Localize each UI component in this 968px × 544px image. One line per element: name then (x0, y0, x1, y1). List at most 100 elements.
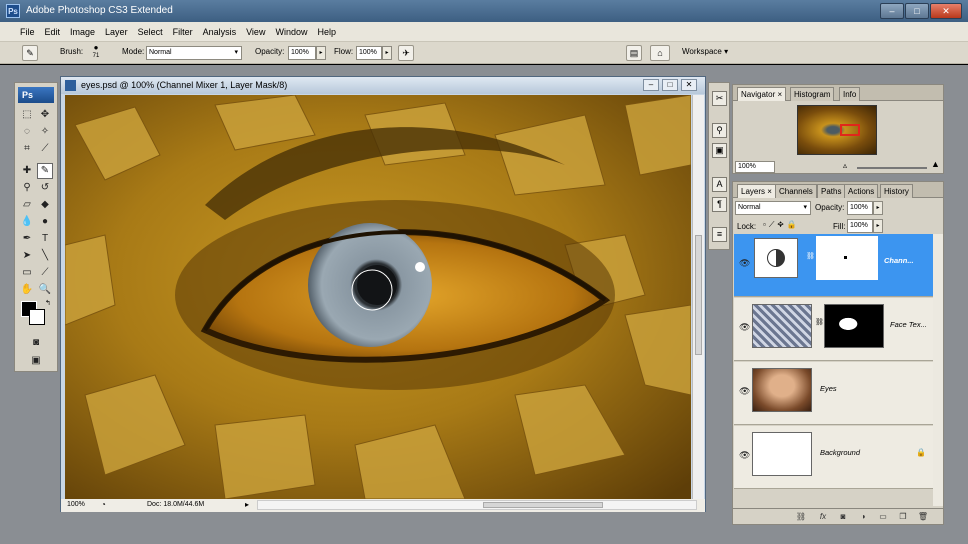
new-group-icon[interactable]: ▭ (877, 511, 889, 523)
opacity-arrow[interactable]: ▸ (316, 46, 326, 60)
add-mask-icon[interactable]: ◙ (837, 511, 849, 523)
airbrush-icon[interactable]: ✈ (398, 45, 414, 61)
tab-actions[interactable]: Actions (844, 184, 879, 198)
hand-tool-icon[interactable]: ✋ (19, 282, 35, 298)
screen-mode-icon[interactable]: ▣ (28, 353, 44, 369)
hscroll-thumb[interactable] (483, 502, 603, 508)
clone-stamp-tool-icon[interactable]: ⚲ (19, 180, 35, 196)
lock-icons[interactable]: ▫⟋✥🔒 (763, 220, 800, 230)
visibility-eye-icon[interactable]: 👁 (739, 450, 750, 461)
doc-minimize-button[interactable]: – (643, 79, 659, 91)
brush-tool-icon[interactable]: ✎ (37, 163, 53, 179)
navigator-thumbnail[interactable] (797, 105, 877, 155)
shape-tool-icon[interactable]: ╲ (37, 248, 53, 264)
layer-row-face-texture[interactable]: 👁 ⛓ Face Tex... (734, 298, 933, 361)
tab-channels[interactable]: Channels (775, 184, 817, 198)
visibility-eye-icon[interactable]: 👁 (739, 322, 750, 333)
layer-row-channel-mixer[interactable]: 👁 ⛓ Chann... (734, 234, 933, 297)
new-layer-icon[interactable]: ❐ (897, 511, 909, 523)
move-tool-icon[interactable]: ✥ (37, 107, 53, 123)
eyedropper-tool-icon[interactable]: ⟋ (37, 265, 53, 281)
history-brush-tool-icon[interactable]: ↺ (37, 180, 53, 196)
scroll-thumb[interactable] (695, 235, 702, 355)
brush-presets-icon[interactable]: ▣ (712, 143, 727, 158)
delete-layer-icon[interactable]: 🗑 (917, 511, 929, 523)
vertical-scrollbar[interactable] (692, 95, 704, 499)
link-icon[interactable]: ⛓ (815, 318, 824, 326)
healing-tool-icon[interactable]: ✚ (19, 163, 35, 179)
layer-name[interactable]: Chann... (884, 256, 914, 265)
layer-name[interactable]: Eyes (820, 384, 837, 393)
close-button[interactable]: ✕ (930, 3, 962, 19)
slice-tool-icon[interactable]: ⟋ (37, 141, 53, 157)
minimize-button[interactable]: – (880, 3, 904, 19)
blur-tool-icon[interactable]: 💧 (19, 214, 35, 230)
crop-tool-icon[interactable]: ⌗ (19, 141, 35, 157)
tools-palette-icon[interactable]: ✂ (712, 91, 727, 106)
fill-arrow[interactable]: ▸ (873, 219, 883, 233)
layer-comps-icon[interactable]: ≡ (712, 227, 727, 242)
menu-item-help[interactable]: Help (312, 22, 341, 42)
zoom-slider[interactable] (857, 167, 927, 169)
maximize-button[interactable]: □ (905, 3, 929, 19)
adjustment-layer-icon[interactable]: ◑ (857, 511, 869, 523)
flow-field[interactable]: 100% (356, 46, 382, 60)
brush-tool-preset-icon[interactable]: ✎ (22, 45, 38, 61)
brushes-palette-icon[interactable]: ▤ (626, 45, 642, 61)
pen-tool-icon[interactable]: ✒ (19, 231, 35, 247)
zoom-out-icon[interactable]: ▵ (843, 161, 847, 170)
status-arrow-icon[interactable]: ▸ (245, 500, 249, 509)
flow-arrow[interactable]: ▸ (382, 46, 392, 60)
image-canvas[interactable] (65, 95, 691, 499)
path-selection-tool-icon[interactable]: ➤ (19, 248, 35, 264)
menu-item-filter[interactable]: Filter (168, 22, 198, 42)
layer-row-eyes[interactable]: 👁 Eyes (734, 362, 933, 425)
layer-name[interactable]: Background (820, 448, 860, 457)
tab-info[interactable]: Info (839, 87, 861, 101)
tab-histogram[interactable]: Histogram (790, 87, 835, 101)
link-layers-icon[interactable]: ⛓ (795, 511, 807, 523)
zoom-tool-icon[interactable]: 🔍 (37, 282, 53, 298)
menu-item-edit[interactable]: Edit (40, 22, 66, 42)
mode-select[interactable]: Normal ▾ (146, 46, 242, 60)
background-color-swatch[interactable] (29, 309, 45, 325)
tool-presets-icon[interactable]: ⌂ (650, 45, 670, 61)
opacity-field[interactable]: 100% (288, 46, 316, 60)
layer-mask-thumb[interactable] (816, 236, 878, 280)
layer-name[interactable]: Face Tex... (890, 320, 927, 329)
document-title-bar[interactable]: eyes.psd @ 100% (Channel Mixer 1, Layer … (61, 77, 705, 94)
menu-item-image[interactable]: Image (65, 22, 100, 42)
swap-colors-icon[interactable]: ↰ (45, 299, 51, 307)
doc-close-button[interactable]: ✕ (681, 79, 697, 91)
fx-icon[interactable]: fx (817, 511, 829, 523)
type-tool-icon[interactable]: T (37, 231, 53, 247)
visibility-eye-icon[interactable]: 👁 (739, 386, 750, 397)
menu-item-file[interactable]: File (15, 22, 40, 42)
paint-bucket-tool-icon[interactable]: ◆ (37, 197, 53, 213)
paragraph-icon[interactable]: ¶ (712, 197, 727, 212)
workspace-menu[interactable]: Workspace ▾ (682, 47, 728, 56)
character-icon[interactable]: A (712, 177, 727, 192)
magic-wand-tool-icon[interactable]: ✧ (37, 124, 53, 140)
visibility-eye-icon[interactable]: 👁 (739, 258, 750, 269)
doc-maximize-button[interactable]: □ (662, 79, 678, 91)
tab-history[interactable]: History (880, 184, 913, 198)
marquee-tool-icon[interactable]: ⬚ (19, 107, 35, 123)
zoom-in-icon[interactable]: ▲ (931, 159, 940, 169)
dodge-tool-icon[interactable]: ● (37, 214, 53, 230)
texture-mask-thumb[interactable] (824, 304, 884, 348)
brush-picker[interactable]: ● 71 (90, 44, 102, 62)
quick-mask-icon[interactable]: ◙ (28, 335, 44, 351)
menu-item-view[interactable]: View (241, 22, 270, 42)
status-menu-icon[interactable]: ◔ (101, 500, 106, 509)
navigator-view-box[interactable] (840, 124, 860, 136)
fill-field[interactable]: 100% (847, 219, 873, 233)
blend-mode-select[interactable]: Normal ▾ (735, 201, 811, 215)
layer-opacity-arrow[interactable]: ▸ (873, 201, 883, 215)
eraser-tool-icon[interactable]: ▱ (19, 197, 35, 213)
link-icon[interactable]: ⛓ (806, 252, 815, 260)
horizontal-scrollbar[interactable] (257, 500, 697, 510)
menu-item-select[interactable]: Select (133, 22, 168, 42)
tab-navigator[interactable]: Navigator × (737, 87, 787, 101)
layer-opacity-field[interactable]: 100% (847, 201, 873, 215)
